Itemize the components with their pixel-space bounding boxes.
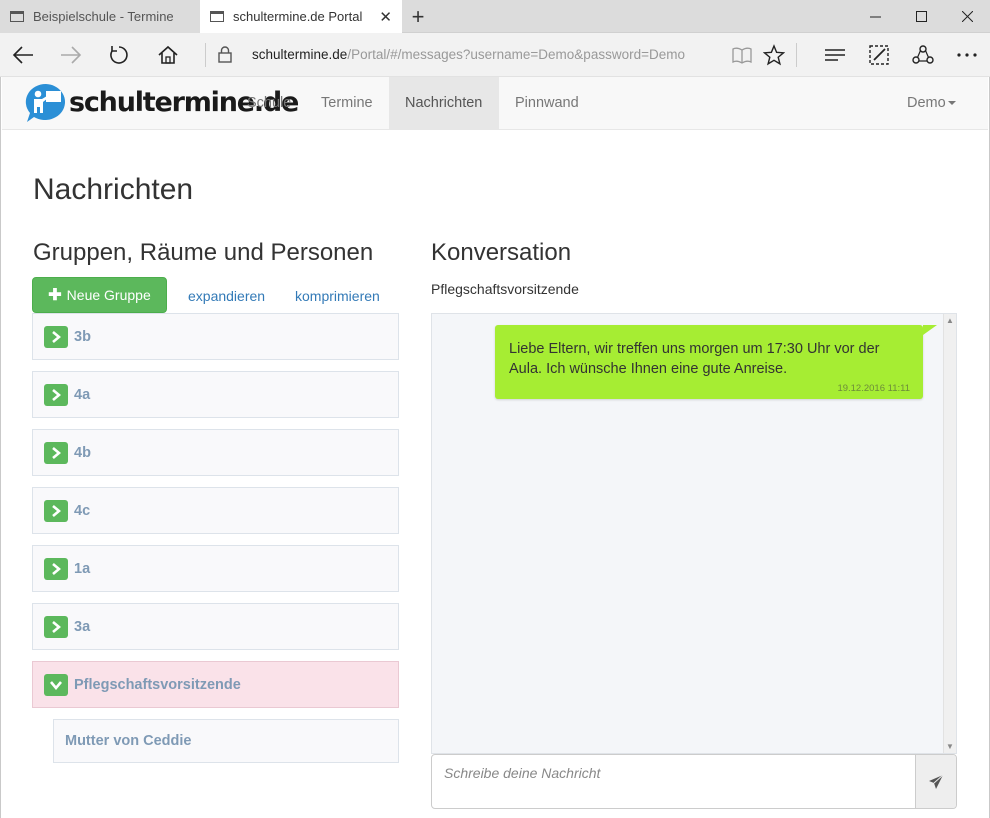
address-separator <box>205 43 206 67</box>
hub-icon[interactable] <box>820 42 850 68</box>
collapse-link[interactable]: komprimieren <box>295 288 380 304</box>
group-item-1a[interactable]: 1a <box>32 545 399 592</box>
group-label: 3a <box>74 618 91 635</box>
group-label: 1a <box>74 560 91 577</box>
browser-tab-portal[interactable]: schultermine.de Portal ✕ <box>200 0 402 33</box>
message-timestamp: 19.12.2016 11:11 <box>837 383 910 394</box>
group-label: 4a <box>74 386 91 403</box>
expand-link[interactable]: expandieren <box>188 288 265 304</box>
nav-termine[interactable]: Termine <box>305 77 389 130</box>
chevron-right-icon[interactable] <box>44 557 68 580</box>
user-menu-label: Demo <box>907 95 946 111</box>
conversation-panel[interactable]: Liebe Eltern, wir treffen uns morgen um … <box>431 313 957 754</box>
url-host: schultermine.de <box>252 47 348 62</box>
lock-icon[interactable] <box>218 46 232 68</box>
maximize-icon[interactable] <box>898 0 944 33</box>
conversation-scrollbar[interactable]: ▲ ▼ <box>943 314 956 753</box>
browser-navigation-bar: schultermine.de/Portal/#/messages?userna… <box>0 33 990 77</box>
chevron-down-icon[interactable] <box>44 673 68 696</box>
message-composer <box>431 754 957 809</box>
address-bar[interactable]: schultermine.de/Portal/#/messages?userna… <box>252 47 685 62</box>
group-item-4a[interactable]: 4a <box>32 371 399 418</box>
window-border-left <box>0 77 1 818</box>
group-item-4c[interactable]: 4c <box>32 487 399 534</box>
page-icon <box>210 11 224 22</box>
back-arrow-icon[interactable] <box>8 42 38 68</box>
close-tab-icon[interactable]: ✕ <box>379 8 392 26</box>
close-window-icon[interactable] <box>944 0 990 33</box>
plus-icon: ✚ <box>48 287 62 304</box>
browser-tab-label: schultermine.de Portal <box>233 9 363 24</box>
message-input[interactable] <box>432 755 916 808</box>
group-label: 4b <box>74 444 91 461</box>
chevron-right-icon[interactable] <box>44 499 68 522</box>
browser-tab-beispielschule[interactable]: Beispielschule - Termine <box>0 0 200 33</box>
message-bubble: Liebe Eltern, wir treffen uns morgen um … <box>495 325 937 399</box>
home-icon[interactable] <box>153 42 183 68</box>
chevron-right-icon[interactable] <box>44 441 68 464</box>
scroll-up-icon[interactable]: ▲ <box>946 316 954 325</box>
more-icon[interactable] <box>952 42 982 68</box>
groups-heading: Gruppen, Räume und Personen <box>33 239 374 266</box>
nav-pinnwand[interactable]: Pinnwand <box>499 77 595 130</box>
browser-tab-bar: Beispielschule - Termine schultermine.de… <box>0 0 990 33</box>
person-item-mutter-von-ceddie[interactable]: Mutter von Ceddie <box>53 719 399 763</box>
group-item-pflegschaftsvorsitzende[interactable]: Pflegschaftsvorsitzende <box>32 661 399 708</box>
teacher-bubble-icon <box>25 83 66 122</box>
share-icon[interactable] <box>908 42 938 68</box>
group-item-3b[interactable]: 3b <box>32 313 399 360</box>
toolbar-separator <box>796 43 797 67</box>
bubble-tail <box>923 325 937 335</box>
url-path: /Portal/#/messages?username=Demo&passwor… <box>347 47 685 62</box>
site-navbar: schultermine.de Schule Termine Nachricht… <box>2 77 988 130</box>
forward-arrow-icon[interactable] <box>56 42 86 68</box>
caret-down-icon <box>947 101 956 106</box>
chevron-right-icon[interactable] <box>44 615 68 638</box>
new-tab-icon[interactable]: + <box>404 4 432 30</box>
send-button[interactable] <box>915 755 956 808</box>
conversation-name: Pflegschaftsvorsitzende <box>431 281 579 297</box>
new-group-button[interactable]: ✚ Neue Gruppe <box>32 277 167 313</box>
nav-schule[interactable]: Schule <box>231 77 307 130</box>
chevron-right-icon[interactable] <box>44 383 68 406</box>
conversation-heading: Konversation <box>431 239 572 266</box>
scroll-down-icon[interactable]: ▼ <box>946 742 954 751</box>
new-group-label: Neue Gruppe <box>66 287 151 303</box>
group-label: Pflegschaftsvorsitzende <box>74 676 241 693</box>
group-label: 3b <box>74 328 91 345</box>
web-note-icon[interactable] <box>864 42 894 68</box>
group-item-3a[interactable]: 3a <box>32 603 399 650</box>
user-menu[interactable]: Demo <box>891 77 972 130</box>
page-icon <box>10 11 24 22</box>
reading-view-icon[interactable] <box>727 42 757 68</box>
favorite-star-icon[interactable] <box>759 42 789 68</box>
refresh-icon[interactable] <box>104 42 134 68</box>
minimize-icon[interactable] <box>852 0 898 33</box>
group-item-4b[interactable]: 4b <box>32 429 399 476</box>
page-title: Nachrichten <box>33 173 194 206</box>
group-label: 4c <box>74 502 91 519</box>
message-text: Liebe Eltern, wir treffen uns morgen um … <box>509 341 880 377</box>
person-label: Mutter von Ceddie <box>65 733 192 749</box>
browser-tab-label: Beispielschule - Termine <box>33 9 174 24</box>
chevron-right-icon[interactable] <box>44 325 68 348</box>
nav-nachrichten[interactable]: Nachrichten <box>389 77 499 130</box>
paper-plane-icon <box>929 774 944 789</box>
